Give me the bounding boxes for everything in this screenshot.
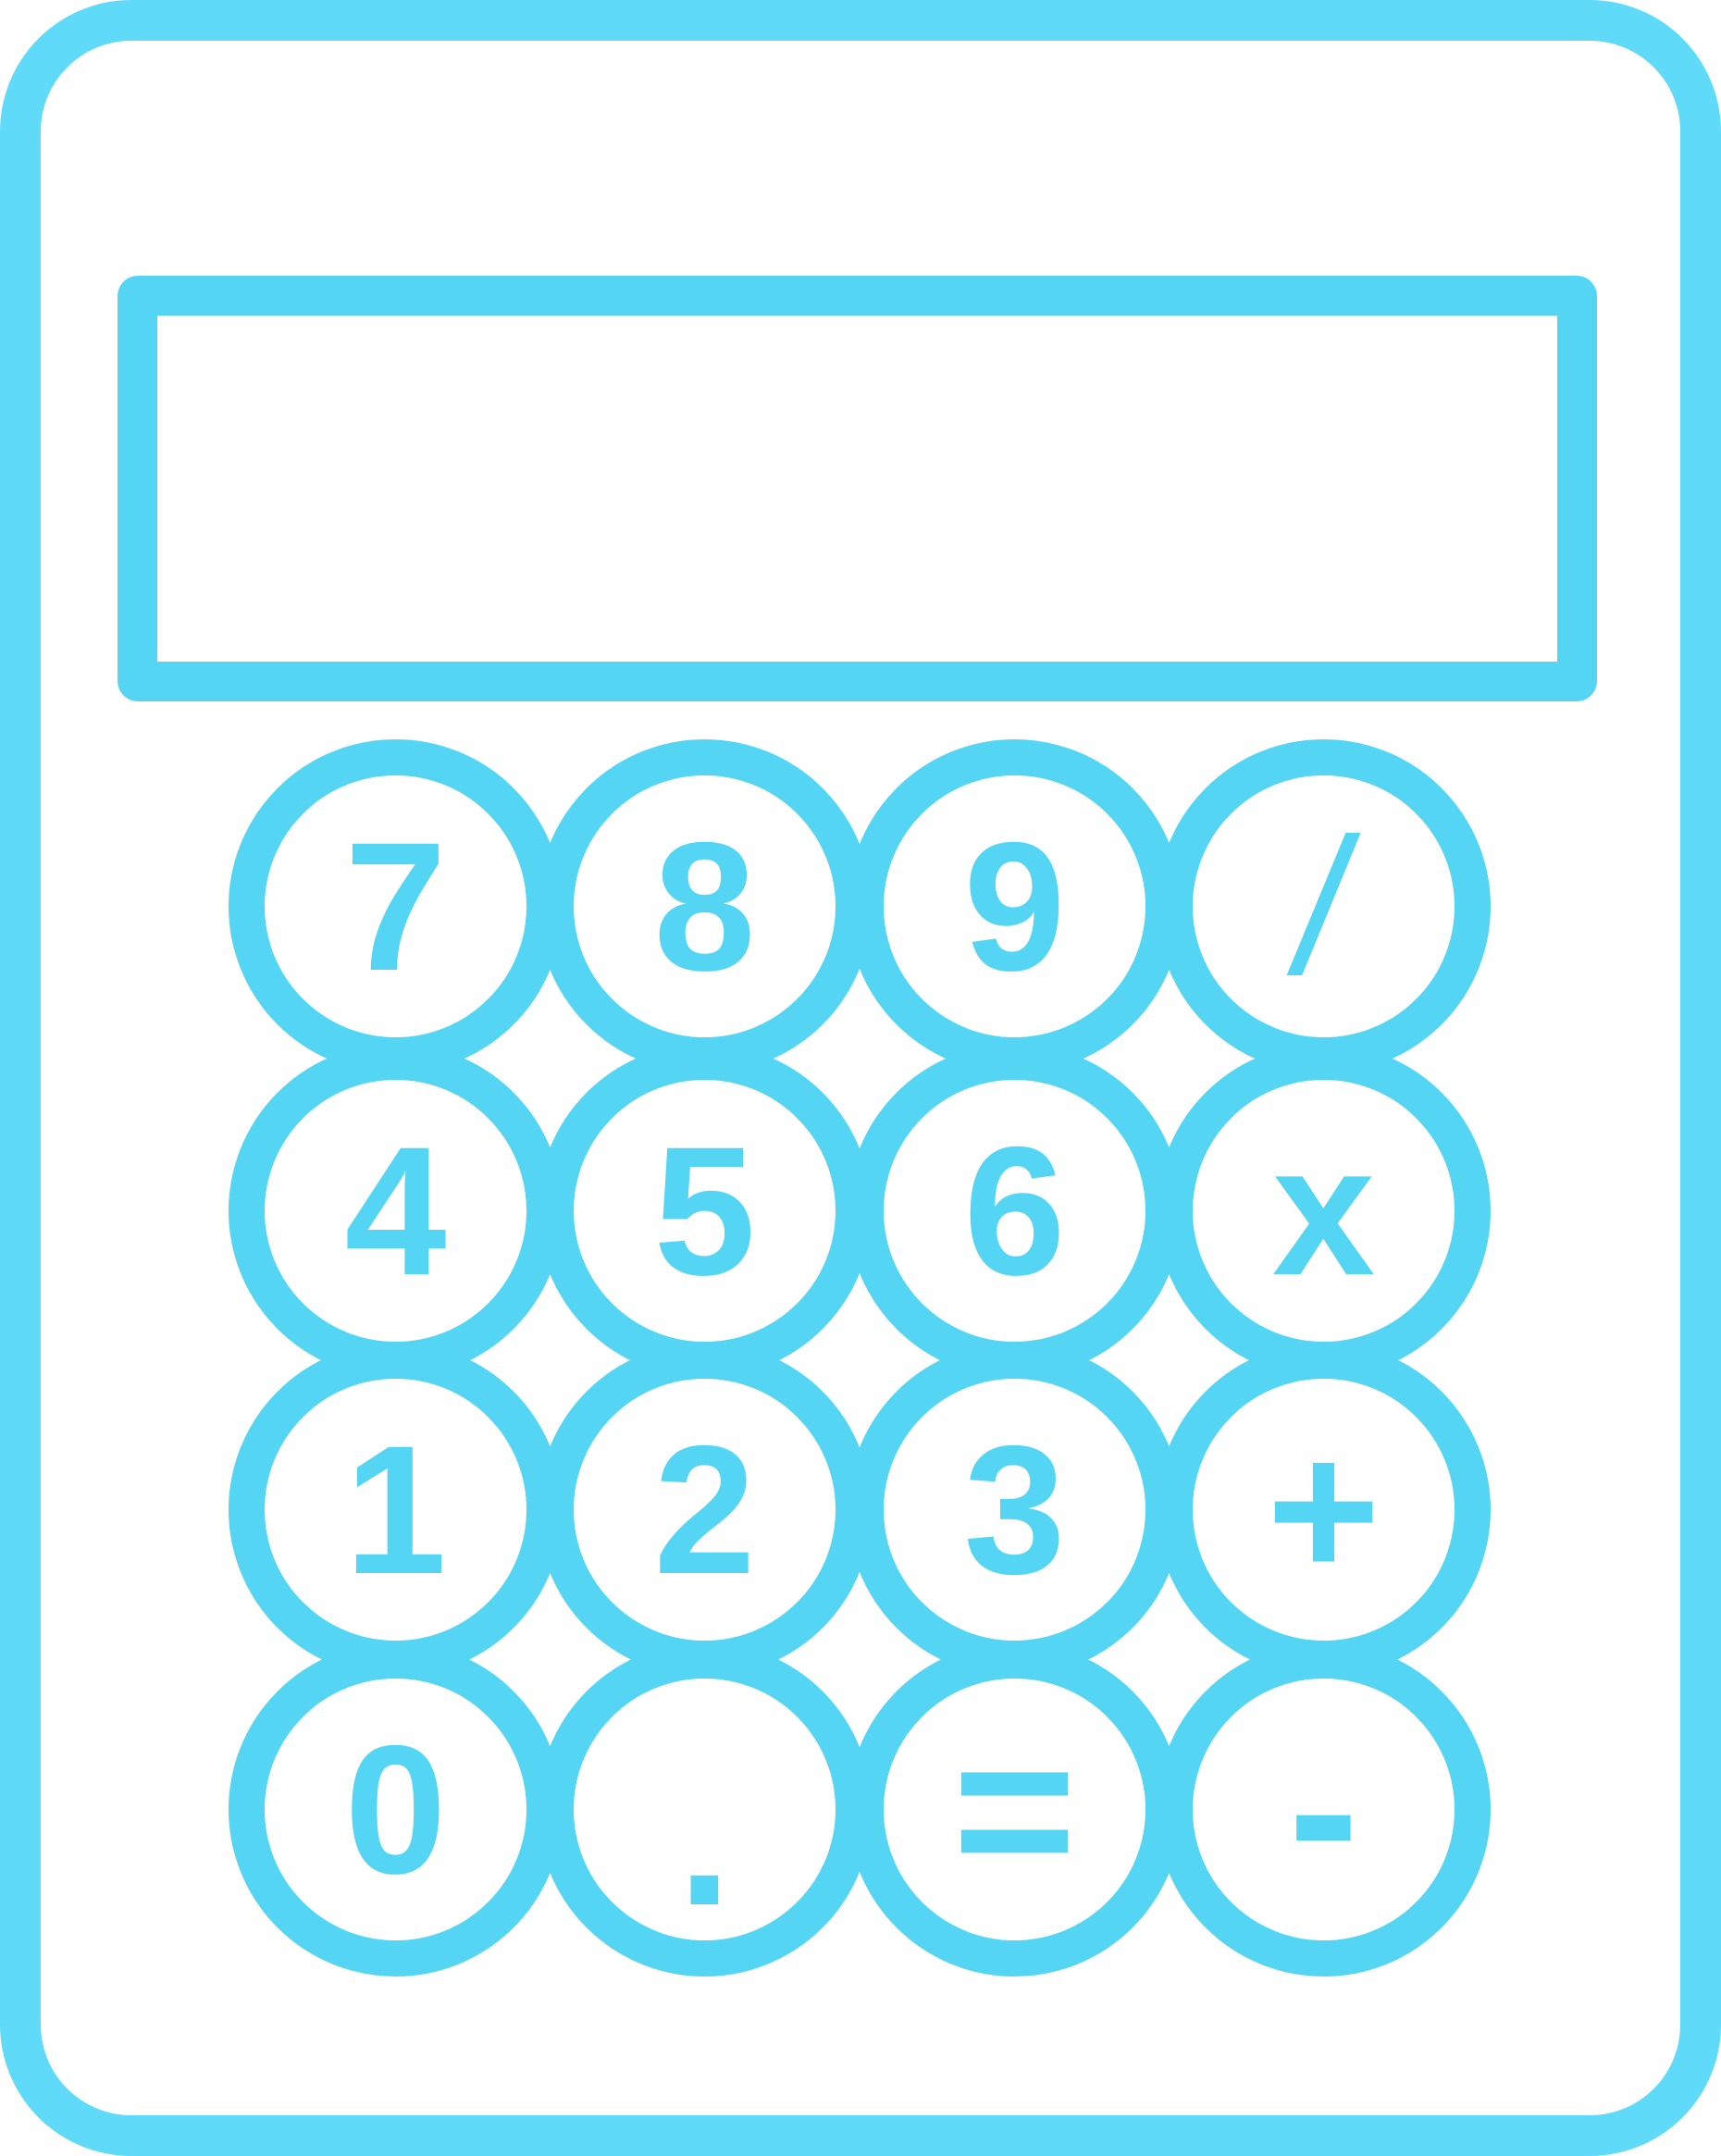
key-label: + [1267,1400,1381,1618]
key-label: 6 [963,1108,1066,1313]
key-label: 9 [963,803,1066,1009]
key-label: / [1281,797,1367,1015]
key-8-button[interactable]: 8 [538,739,872,1073]
keypad: 7 8 9 / 4 5 6 x 1 2 3 + 0 . = - [0,0,1721,2156]
key-0-button[interactable]: 0 [229,1642,563,1976]
key-1-button[interactable]: 1 [229,1343,563,1677]
key-6-button[interactable]: 6 [848,1044,1182,1378]
key-3-button[interactable]: 3 [848,1343,1182,1677]
key-label: - [1288,1690,1359,1928]
key-9-button[interactable]: 9 [848,739,1182,1073]
key-label: x [1271,1107,1376,1314]
equals-button[interactable]: = [848,1642,1182,1976]
decimal-point-button[interactable]: . [538,1642,872,1976]
key-2-button[interactable]: 2 [538,1343,872,1677]
key-label: 7 [344,803,447,1009]
key-5-button[interactable]: 5 [538,1044,872,1378]
key-label: 1 [344,1406,447,1612]
key-label: 8 [653,803,756,1009]
key-label: 2 [653,1406,756,1612]
divide-button[interactable]: / [1157,739,1491,1073]
key-label: 0 [344,1706,447,1912]
minus-button[interactable]: - [1157,1642,1491,1976]
key-label: 4 [344,1108,447,1313]
key-label: 3 [963,1406,1066,1612]
key-4-button[interactable]: 4 [229,1044,563,1378]
multiply-button[interactable]: x [1157,1044,1491,1378]
plus-button[interactable]: + [1157,1343,1491,1677]
key-label: . [677,1728,732,1946]
key-7-button[interactable]: 7 [229,739,563,1073]
key-label: = [952,1690,1077,1928]
key-label: 5 [653,1108,756,1313]
